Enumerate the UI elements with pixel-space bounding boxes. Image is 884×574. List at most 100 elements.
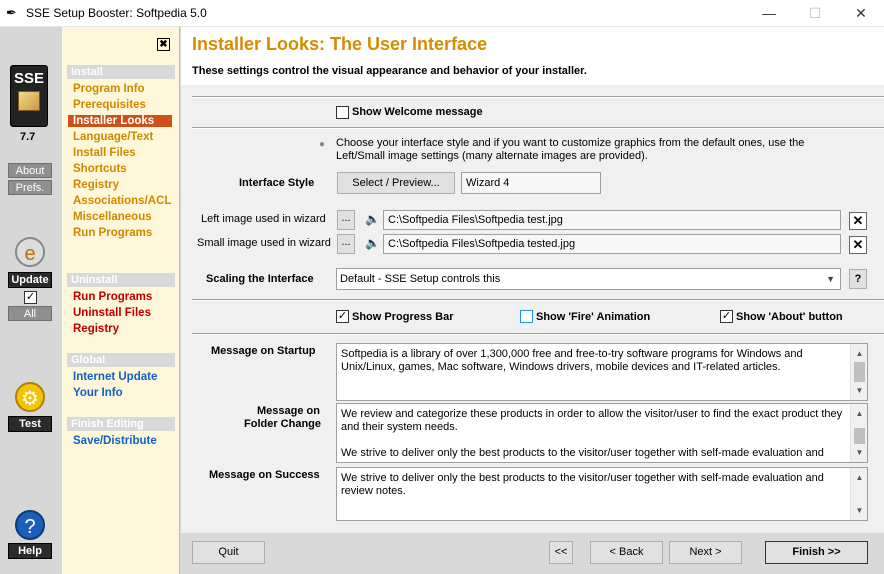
nav-section-global: Global <box>67 353 175 367</box>
nav-item-your-info[interactable]: Your Info <box>73 387 123 399</box>
msg-success-text: We strive to deliver only the best produ… <box>341 472 824 497</box>
nav-item-run-programs[interactable]: Run Programs <box>73 227 152 239</box>
msg-folder-label-line1: Message on <box>257 405 320 417</box>
nav-item-registry[interactable]: Registry <box>73 179 119 191</box>
left-image-path-field[interactable]: C:\Softpedia Files\Softpedia test.jpg <box>383 210 841 230</box>
logo-text: SSE <box>13 70 44 87</box>
maximize-button[interactable]: ☐ <box>792 0 838 27</box>
window-title: SSE Setup Booster: Softpedia 5.0 <box>26 6 207 20</box>
left-image-speaker-icon[interactable]: 🔈 <box>365 212 380 226</box>
msg-startup-scrollbar[interactable]: ▲ ▼ <box>850 344 867 400</box>
msg-success-label: Message on Success <box>209 469 320 481</box>
nav-item-install-files[interactable]: Install Files <box>73 147 136 159</box>
show-welcome-checkbox[interactable] <box>336 106 349 119</box>
title-bar: ✒ SSE Setup Booster: Softpedia 5.0 — ☐ ✕ <box>0 0 884 27</box>
page-header: Installer Looks: The User Interface Thes… <box>181 27 884 85</box>
page-title: Installer Looks: The User Interface <box>192 34 488 54</box>
nav-item-associations-acl[interactable]: Associations/ACL <box>73 195 171 207</box>
nav-item-internet-update[interactable]: Internet Update <box>73 371 157 383</box>
chevron-down-icon: ▼ <box>826 274 835 284</box>
msg-startup-textarea[interactable]: Softpedia is a library of over 1,300,000… <box>336 343 868 401</box>
nav-item-miscellaneous[interactable]: Miscellaneous <box>73 211 152 223</box>
nav-item-uninstall-registry[interactable]: Registry <box>73 323 119 335</box>
first-page-button[interactable]: << <box>549 541 573 564</box>
show-about-checkbox[interactable]: ✓ <box>720 310 733 323</box>
scroll-up-icon[interactable]: ▲ <box>851 407 867 420</box>
nav-item-prerequisites[interactable]: Prerequisites <box>73 99 146 111</box>
nav-item-installer-looks[interactable]: Installer Looks <box>68 115 172 127</box>
show-fire-checkbox[interactable] <box>520 310 533 323</box>
minimize-button[interactable]: — <box>746 0 792 27</box>
back-button[interactable]: < Back <box>590 541 663 564</box>
show-progress-label: Show Progress Bar <box>352 311 454 323</box>
show-progress-checkbox[interactable]: ✓ <box>336 310 349 323</box>
small-image-label: Small image used in wizard <box>197 237 331 249</box>
update-button[interactable]: Update <box>8 272 52 288</box>
update-all-checkbox[interactable]: ✓ <box>24 291 37 304</box>
msg-folder-label-line2: Folder Change <box>244 418 322 430</box>
next-button[interactable]: Next > <box>669 541 742 564</box>
nav-item-uninstall-files[interactable]: Uninstall Files <box>73 307 151 319</box>
close-panel-icon[interactable]: ✖ <box>157 38 170 51</box>
main-panel: Installer Looks: The User Interface Thes… <box>181 27 884 533</box>
nav-item-save-distribute[interactable]: Save/Distribute <box>73 435 157 447</box>
nav-section-uninstall: Uninstall <box>67 273 175 287</box>
left-image-browse-button[interactable]: ... <box>337 210 355 230</box>
radio-icon: ● <box>319 139 326 150</box>
small-image-path-field[interactable]: C:\Softpedia Files\Softpedia tested.jpg <box>383 234 841 254</box>
msg-success-scrollbar[interactable]: ▲ ▼ <box>850 468 867 520</box>
msg-folder-text-2: We strive to deliver only the best produ… <box>341 447 824 459</box>
msg-folder-textarea[interactable]: We review and categorize these products … <box>336 403 868 463</box>
nav-section-finish: Finish Editing <box>67 417 175 431</box>
test-gear-icon[interactable]: ⚙ <box>15 382 45 412</box>
nav-item-uninstall-run-programs[interactable]: Run Programs <box>73 291 152 303</box>
scaling-label: Scaling the Interface <box>206 273 314 285</box>
interface-style-field[interactable]: Wizard 4 <box>461 172 601 194</box>
version-label: 7.7 <box>20 131 36 143</box>
msg-startup-label: Message on Startup <box>211 345 316 357</box>
interface-style-label: Interface Style <box>239 177 315 189</box>
scroll-down-icon[interactable]: ▼ <box>851 446 867 459</box>
quit-button[interactable]: Quit <box>192 541 265 564</box>
update-globe-icon[interactable]: e <box>15 237 45 267</box>
scroll-up-icon[interactable]: ▲ <box>851 471 867 484</box>
footer-bar: Quit << < Back Next > Finish >> <box>181 533 884 574</box>
small-image-browse-button[interactable]: ... <box>337 234 355 254</box>
nav-item-shortcuts[interactable]: Shortcuts <box>73 163 127 175</box>
msg-folder-scrollbar[interactable]: ▲ ▼ <box>850 404 867 462</box>
icon-bar: SSE 7.7 About Prefs. e Update ✓ All ⚙ Te… <box>0 27 62 574</box>
style-hint-line2: Left/Small image settings (many alternat… <box>336 150 648 162</box>
app-feather-icon: ✒ <box>6 5 17 20</box>
divider <box>192 96 884 98</box>
msg-success-textarea[interactable]: We strive to deliver only the best produ… <box>336 467 868 521</box>
help-button[interactable]: Help <box>8 543 52 559</box>
about-button[interactable]: About <box>8 163 52 178</box>
divider <box>192 299 884 301</box>
finish-button[interactable]: Finish >> <box>765 541 868 564</box>
small-image-speaker-icon[interactable]: 🔈 <box>365 236 380 250</box>
prefs-button[interactable]: Prefs. <box>8 180 52 195</box>
scaling-combo[interactable]: Default - SSE Setup controls this ▼ <box>336 268 841 290</box>
left-image-label: Left image used in wizard <box>201 213 326 225</box>
divider <box>192 333 884 335</box>
small-image-clear-icon[interactable]: ✕ <box>849 236 867 254</box>
scroll-down-icon[interactable]: ▼ <box>851 504 867 517</box>
help-icon[interactable]: ? <box>15 510 45 540</box>
close-button[interactable]: ✕ <box>838 0 884 27</box>
box-icon <box>18 91 40 111</box>
scroll-down-icon[interactable]: ▼ <box>851 384 867 397</box>
select-preview-button[interactable]: Select / Preview... <box>337 172 455 194</box>
all-button[interactable]: All <box>8 306 52 321</box>
nav-item-program-info[interactable]: Program Info <box>73 83 145 95</box>
scaling-value: Default - SSE Setup controls this <box>340 273 501 285</box>
scaling-help-button[interactable]: ? <box>849 269 867 289</box>
left-image-clear-icon[interactable]: ✕ <box>849 212 867 230</box>
show-about-label: Show 'About' button <box>736 311 843 323</box>
scroll-up-icon[interactable]: ▲ <box>851 347 867 360</box>
page-subtitle: These settings control the visual appear… <box>192 65 587 77</box>
msg-startup-text: Softpedia is a library of over 1,300,000… <box>341 348 803 373</box>
test-button[interactable]: Test <box>8 416 52 432</box>
nav-section-install: Install <box>67 65 175 79</box>
nav-panel: ✖ Install Program Info Prerequisites Ins… <box>62 27 180 574</box>
nav-item-language-text[interactable]: Language/Text <box>73 131 153 143</box>
